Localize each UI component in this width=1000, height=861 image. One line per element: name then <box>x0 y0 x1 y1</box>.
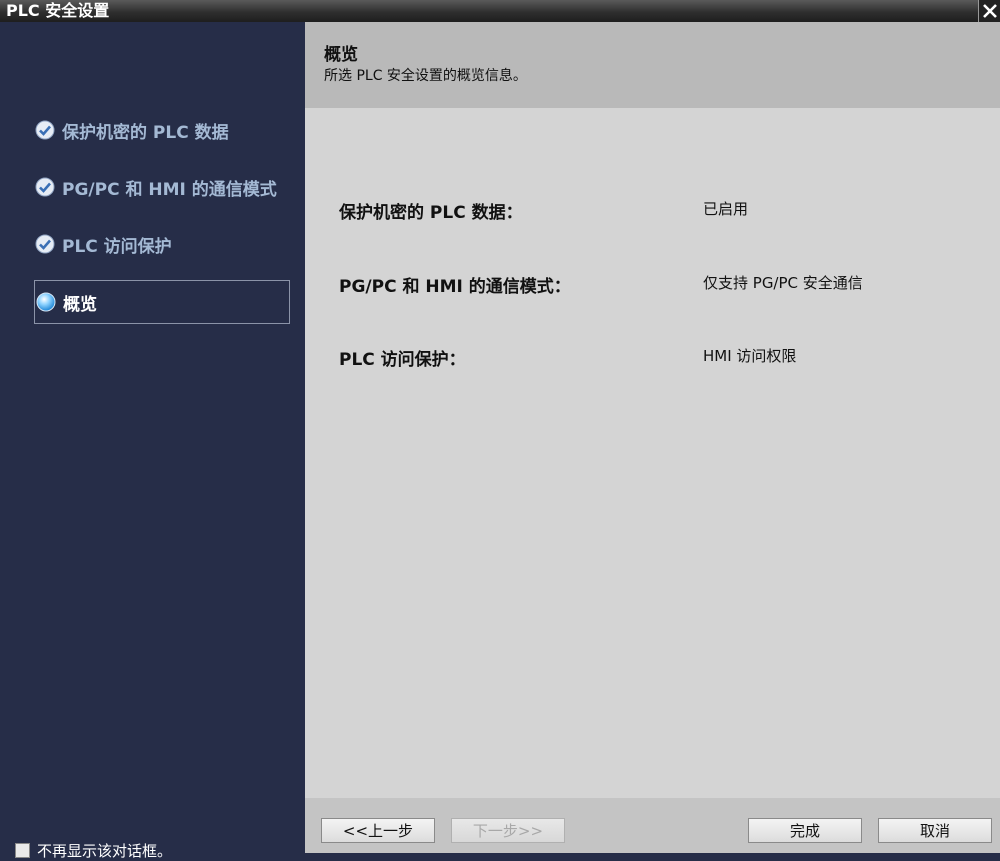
wizard-footer: <<上一步 下一步>> 完成 取消 <box>305 798 1000 853</box>
check-circle-icon <box>35 177 55 197</box>
window-title: PLC 安全设置 <box>6 1 110 20</box>
check-circle-icon <box>35 234 55 254</box>
finish-button[interactable]: 完成 <box>748 818 862 843</box>
summary-value-communication-mode: 仅支持 PG/PC 安全通信 <box>703 274 863 292</box>
current-step-bullet-icon <box>36 292 56 312</box>
close-button[interactable] <box>978 0 1000 22</box>
page-title: 概览 <box>324 45 358 65</box>
sidebar-item-label: 保护机密的 PLC 数据 <box>62 122 229 143</box>
sidebar-item-overview[interactable]: 概览 <box>34 280 290 324</box>
wizard-sidebar: 保护机密的 PLC 数据 PG/PC 和 HMI 的通信模式 PLC 访问保护 <box>0 22 305 860</box>
sidebar-item-label: 概览 <box>63 294 97 315</box>
sidebar-item-label: PLC 访问保护 <box>62 236 172 257</box>
next-button[interactable]: 下一步>> <box>451 818 565 843</box>
summary-panel: 保护机密的 PLC 数据： 已启用 PG/PC 和 HMI 的通信模式： 仅支持… <box>305 108 1000 798</box>
sidebar-item-protect-confidential-data[interactable]: 保护机密的 PLC 数据 <box>34 108 290 152</box>
close-icon <box>982 4 997 18</box>
page-header: 概览 所选 PLC 安全设置的概览信息。 <box>305 22 1000 108</box>
dont-show-again-option[interactable]: 不再显示该对话框。 <box>15 840 172 861</box>
sidebar-item-access-protection[interactable]: PLC 访问保护 <box>34 222 290 266</box>
back-button[interactable]: <<上一步 <box>321 818 435 843</box>
dont-show-again-label: 不再显示该对话框。 <box>37 842 173 860</box>
summary-value-confidential-data: 已启用 <box>703 200 749 218</box>
title-bar: PLC 安全设置 <box>0 0 1000 22</box>
summary-label-confidential-data: 保护机密的 PLC 数据： <box>339 203 523 223</box>
page-subtitle: 所选 PLC 安全设置的概览信息。 <box>324 68 527 84</box>
summary-value-access-protection: HMI 访问权限 <box>703 347 797 365</box>
check-circle-icon <box>35 120 55 140</box>
summary-label-access-protection: PLC 访问保护： <box>339 350 466 370</box>
cancel-button[interactable]: 取消 <box>878 818 992 843</box>
summary-label-communication-mode: PG/PC 和 HMI 的通信模式： <box>339 277 571 297</box>
sidebar-item-communication-mode[interactable]: PG/PC 和 HMI 的通信模式 <box>34 165 290 209</box>
sidebar-item-label: PG/PC 和 HMI 的通信模式 <box>62 179 277 200</box>
dont-show-again-checkbox[interactable] <box>15 843 30 858</box>
